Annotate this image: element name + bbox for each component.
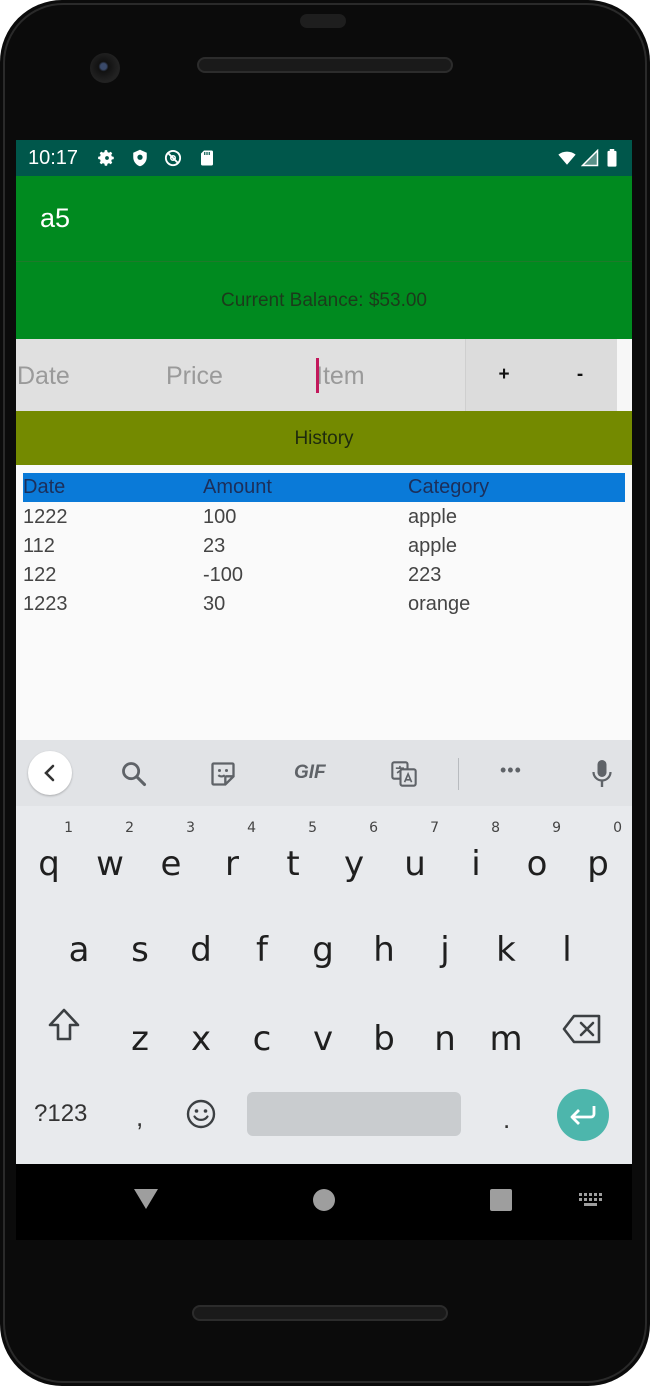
symbols-key[interactable]: ?123	[34, 1100, 87, 1128]
period-key[interactable]: .	[503, 1104, 510, 1135]
row-amount: 30	[203, 593, 226, 615]
enter-icon	[570, 1106, 596, 1125]
sticker-icon[interactable]	[209, 760, 237, 788]
key-s[interactable]: s	[112, 908, 168, 978]
history-title: History	[294, 428, 354, 449]
back-nav-icon[interactable]	[133, 1187, 159, 1211]
key-x[interactable]: x	[173, 997, 229, 1067]
earpiece	[197, 57, 453, 73]
key-y[interactable]: 6y	[326, 820, 382, 892]
space-key[interactable]	[247, 1092, 461, 1136]
top-speaker	[300, 14, 346, 28]
mic-icon[interactable]	[590, 758, 614, 790]
key-t[interactable]: 5t	[265, 820, 321, 892]
row-date: 1222	[23, 506, 68, 528]
key-l[interactable]: l	[539, 908, 595, 978]
toolbar-divider	[458, 758, 459, 790]
column-date: Date	[23, 476, 66, 498]
keyboard-back-button[interactable]	[28, 751, 72, 795]
status-bar: 10:17	[16, 140, 632, 176]
soft-keyboard: GIF ••• 1q 2w 3e 4r 5t 6 y 7 u 8 i 9 o 0…	[16, 740, 632, 1164]
balance-banner: Current Balance: $53.00	[16, 261, 632, 340]
phone-frame: 10:17 a5 Current Balance: $53.00 Date Pr…	[0, 0, 650, 1386]
gif-icon[interactable]: GIF	[294, 762, 326, 784]
key-f[interactable]: f	[234, 908, 290, 978]
row-amount: 23	[203, 535, 226, 557]
table-header: Date Amount Category	[23, 473, 625, 502]
row-date: 1223	[23, 593, 68, 615]
keyboard-toolbar: GIF •••	[16, 740, 632, 806]
key-i[interactable]: 8i	[448, 820, 504, 892]
enter-key[interactable]	[557, 1089, 609, 1141]
column-category: Category	[408, 476, 490, 498]
row-category: apple	[408, 506, 457, 528]
status-time: 10:17	[28, 147, 79, 169]
key-z[interactable]: z	[112, 997, 168, 1067]
wifi-icon	[558, 151, 576, 165]
text-cursor	[316, 358, 319, 393]
key-d[interactable]: d	[173, 908, 229, 978]
entry-buttons: + -	[465, 339, 618, 411]
key-q[interactable]: 1q	[21, 820, 77, 892]
key-c[interactable]: c	[234, 997, 290, 1067]
app-title: a5	[40, 203, 71, 233]
key-j[interactable]: j	[417, 908, 473, 978]
history-header: History	[16, 411, 632, 465]
battery-icon	[607, 149, 617, 167]
back-chevron-icon	[44, 764, 55, 782]
sd-card-icon	[201, 150, 213, 166]
current-balance: Current Balance: $53.00	[221, 290, 427, 311]
entry-row-edge	[617, 339, 632, 411]
item-input[interactable]: Item	[316, 339, 365, 411]
app-bar: a5	[16, 176, 632, 261]
key-u[interactable]: 7u	[387, 820, 443, 892]
price-input[interactable]: Price	[166, 339, 223, 411]
recents-nav-icon[interactable]	[490, 1189, 512, 1211]
front-camera	[90, 53, 120, 83]
shield-icon	[133, 149, 147, 167]
signal-icon	[581, 149, 599, 167]
keyboard-switch-icon[interactable]	[578, 1192, 604, 1208]
translate-icon[interactable]	[390, 760, 418, 788]
backspace-icon[interactable]	[562, 1014, 602, 1044]
key-w[interactable]: 2w	[82, 820, 138, 892]
blocked-icon	[164, 149, 182, 167]
row-category: 223	[408, 564, 442, 586]
column-amount: Amount	[203, 476, 272, 498]
home-nav-icon[interactable]	[312, 1188, 336, 1212]
key-m[interactable]: m	[478, 997, 534, 1067]
row-date: 112	[23, 535, 55, 557]
key-g[interactable]: g	[295, 908, 351, 978]
row-amount: 100	[203, 506, 237, 528]
key-e[interactable]: 3e	[143, 820, 199, 892]
more-icon[interactable]: •••	[500, 760, 522, 781]
emoji-icon[interactable]	[185, 1098, 217, 1130]
plus-button[interactable]: +	[466, 339, 542, 411]
key-b[interactable]: b	[356, 997, 412, 1067]
row-category: orange	[408, 593, 471, 615]
minus-button[interactable]: -	[542, 339, 618, 411]
navigation-bar	[16, 1164, 632, 1240]
shift-icon[interactable]	[47, 1007, 81, 1043]
comma-key[interactable]: ,	[136, 1102, 143, 1133]
row-date: 122	[23, 564, 57, 586]
key-a[interactable]: a	[51, 908, 107, 978]
row-amount: -100	[203, 564, 244, 586]
key-p[interactable]: 0p	[570, 820, 626, 892]
gear-icon	[98, 150, 114, 166]
history-table: Date Amount Category 1222 100 apple 112 …	[16, 465, 632, 740]
key-h[interactable]: h	[356, 908, 412, 978]
bottom-speaker	[192, 1305, 448, 1321]
key-k[interactable]: k	[478, 908, 534, 978]
search-icon[interactable]	[120, 760, 148, 788]
key-v[interactable]: v	[295, 997, 351, 1067]
screen: 10:17 a5 Current Balance: $53.00 Date Pr…	[16, 140, 632, 1240]
row-category: apple	[408, 535, 457, 557]
key-o[interactable]: 9o	[509, 820, 565, 892]
date-input[interactable]: Date	[17, 339, 70, 411]
key-n[interactable]: n	[417, 997, 473, 1067]
key-r[interactable]: 4r	[204, 820, 260, 892]
